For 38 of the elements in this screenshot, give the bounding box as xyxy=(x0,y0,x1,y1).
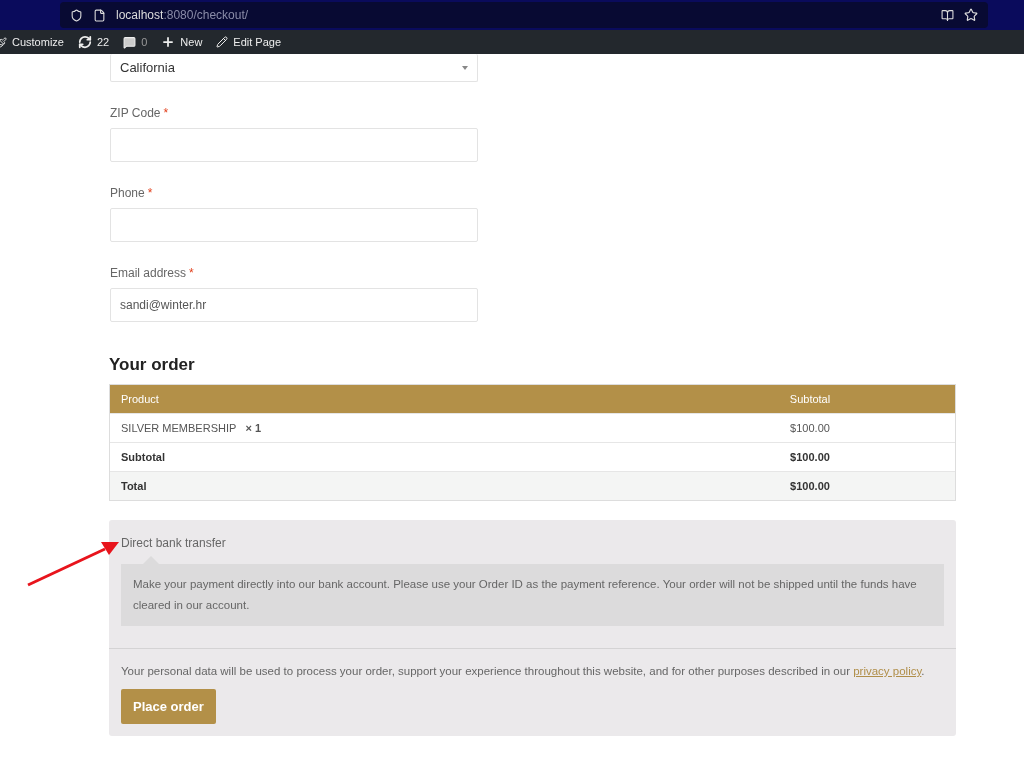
column-header: Product xyxy=(121,393,160,405)
state-select[interactable]: California xyxy=(110,54,478,82)
payment-method-label: Direct bank transfer xyxy=(121,536,227,550)
payment-description: Make your payment directly into our bank account. Please use your Order ID as the payment reference. Your order will not be shipped until the funds have cleared in our account. xyxy=(121,564,944,626)
total-label: Subtotal xyxy=(121,451,166,463)
admin-bar-item[interactable]: Customize xyxy=(0,36,64,48)
field-label: Phone * xyxy=(110,186,154,200)
input-field[interactable] xyxy=(110,208,478,242)
plus-icon xyxy=(161,35,176,49)
column-header: Subtotal xyxy=(788,393,832,405)
product-cell-text: SILVER MEMBERSHIP × 1 xyxy=(121,422,263,434)
total-label: Total xyxy=(121,480,148,492)
field-label: ZIP Code * xyxy=(110,106,170,120)
admin-bar-label: 0 xyxy=(141,36,148,48)
shield-icon[interactable] xyxy=(70,8,83,22)
admin-bar-item[interactable]: New xyxy=(161,35,203,49)
admin-bar-label: Edit Page xyxy=(233,36,282,48)
privacy-notice: Your personal data will be used to process your order, support your experience throughout this website, and for other purposes described in our privacy policy. xyxy=(121,665,926,677)
admin-bar-label: 22 xyxy=(96,36,110,48)
reader-view-icon[interactable] xyxy=(941,8,954,22)
admin-bar-label: Customize xyxy=(12,36,64,48)
pencil-icon xyxy=(216,36,229,48)
input-field[interactable] xyxy=(110,128,478,162)
total-value: $100.00 xyxy=(789,480,831,492)
bookmark-star-icon[interactable] xyxy=(964,8,978,22)
admin-bar-item[interactable]: Edit Page xyxy=(216,36,282,48)
field-label: Email address * xyxy=(110,266,195,280)
page-icon xyxy=(93,8,106,22)
comment-icon xyxy=(123,35,137,49)
admin-bar-item[interactable]: 0 xyxy=(123,35,148,49)
total-value: $100.00 xyxy=(789,451,831,463)
admin-bar-item[interactable]: 22 xyxy=(77,35,110,49)
price-cell-text: $100.00 xyxy=(789,422,831,434)
admin-bar-label: New xyxy=(180,36,203,48)
caret-icon xyxy=(462,65,468,70)
input-field[interactable]: sandi@winter.hr xyxy=(110,288,478,322)
order-heading: Your order xyxy=(109,355,196,375)
refresh-icon xyxy=(77,35,92,49)
